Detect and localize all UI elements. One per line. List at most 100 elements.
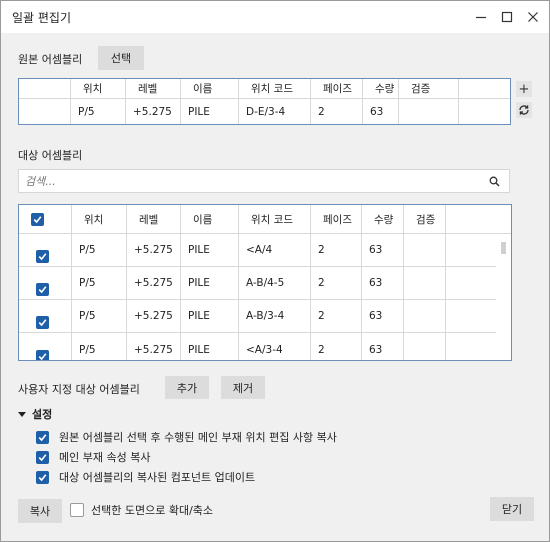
table-row[interactable]: P/5 +5.275 PILE <A/3-4 2 63 — [19, 333, 496, 360]
cell-position: P/5 — [71, 99, 126, 124]
check-icon — [33, 215, 42, 223]
column-header[interactable]: 위치 코드 — [239, 79, 311, 98]
option-checkbox[interactable] — [36, 430, 49, 444]
search-icon[interactable] — [489, 176, 500, 187]
select-button[interactable]: 선택 — [98, 46, 144, 70]
row-select-cell[interactable] — [19, 234, 72, 266]
cell-quantity: 63 — [362, 267, 404, 299]
vertical-scrollbar[interactable] — [496, 234, 511, 360]
close-window-button[interactable] — [520, 5, 546, 29]
column-header[interactable]: 수량 — [363, 79, 399, 98]
select-all-checkbox[interactable] — [31, 212, 44, 226]
remove-button[interactable]: 제거 — [221, 376, 265, 399]
cell-quantity: 63 — [362, 234, 404, 266]
cell-position-code: D-E/3-4 — [239, 99, 311, 124]
option-checkbox[interactable] — [36, 450, 49, 464]
column-header[interactable]: 레벨 — [127, 205, 181, 233]
cell-position: P/5 — [72, 267, 127, 299]
minimize-button[interactable] — [468, 5, 494, 29]
settings-label: 설정 — [32, 408, 53, 421]
cell-name: PILE — [181, 99, 239, 124]
cell-phase: 2 — [311, 333, 362, 360]
option-copy-main-props[interactable]: 메인 부재 속성 복사 — [36, 449, 150, 465]
option-checkbox[interactable] — [36, 470, 49, 484]
column-header[interactable]: 이름 — [181, 205, 239, 233]
option-copy-edits[interactable]: 원본 어셈블리 선택 후 수행된 메인 부재 위치 편집 사항 복사 — [36, 429, 337, 445]
column-header[interactable]: 레벨 — [126, 79, 181, 98]
target-grid: 위치 레벨 이름 위치 코드 페이즈 수량 검증 P/5 +5.275 PILE… — [18, 204, 512, 361]
column-header[interactable]: 페이즈 — [311, 79, 363, 98]
select-all-cell[interactable] — [19, 205, 72, 233]
scrollbar-thumb[interactable] — [501, 242, 506, 254]
cell-validation — [404, 333, 446, 360]
cell-position: P/5 — [72, 333, 127, 360]
row-select-cell[interactable] — [19, 333, 72, 360]
cell-validation — [404, 300, 446, 332]
option-label: 대상 어셈블리의 복사된 컴포넌트 업데이트 — [59, 471, 256, 484]
row-checkbox[interactable] — [36, 316, 49, 329]
cell-position-code: <A/3-4 — [239, 333, 311, 360]
row-checkbox[interactable] — [36, 283, 49, 296]
cell-phase: 2 — [311, 99, 363, 124]
cell-filler — [446, 267, 496, 299]
cell-validation — [399, 99, 459, 124]
zoom-checkbox[interactable] — [70, 503, 84, 517]
cell-name: PILE — [181, 333, 239, 360]
option-update-components[interactable]: 대상 어셈블리의 복사된 컴포넌트 업데이트 — [36, 469, 255, 485]
close-icon — [528, 12, 538, 22]
refresh-icon — [519, 105, 529, 115]
cell-level: +5.275 — [127, 267, 181, 299]
copy-button[interactable]: 복사 — [18, 499, 62, 523]
batch-editor-window: 일괄 편집기 원본 어셈블리 선택 위치 레벨 이름 위치 코드 페이즈 수량 … — [0, 0, 550, 542]
row-select-cell[interactable] — [19, 300, 72, 332]
cell-level: +5.275 — [127, 300, 181, 332]
row-header-cell — [19, 99, 71, 124]
add-button[interactable]: 추가 — [165, 376, 209, 399]
chevron-down-icon — [18, 412, 26, 417]
column-header[interactable]: 위치 코드 — [239, 205, 311, 233]
cell-position: P/5 — [72, 234, 127, 266]
table-row[interactable]: P/5 +5.275 PILE D-E/3-4 2 63 — [19, 99, 510, 124]
cell-name: PILE — [181, 234, 239, 266]
settings-expander[interactable]: 설정 — [18, 406, 52, 422]
column-header[interactable]: 이름 — [181, 79, 239, 98]
window-title: 일괄 편집기 — [12, 11, 72, 25]
row-checkbox[interactable] — [36, 349, 49, 360]
cell-phase: 2 — [311, 234, 362, 266]
add-source-button[interactable]: + — [516, 81, 532, 97]
column-header[interactable]: 위치 — [71, 79, 126, 98]
cell-filler — [446, 234, 496, 266]
cell-phase: 2 — [311, 300, 362, 332]
check-icon — [38, 352, 47, 360]
cell-quantity: 63 — [362, 300, 404, 332]
row-checkbox[interactable] — [36, 250, 49, 263]
close-button[interactable]: 닫기 — [490, 497, 534, 521]
column-header[interactable]: 검증 — [404, 205, 446, 233]
cell-level: +5.275 — [127, 333, 181, 360]
option-label: 메인 부재 속성 복사 — [59, 451, 151, 464]
column-header[interactable]: 수량 — [362, 205, 404, 233]
target-assembly-label: 대상 어셈블리 — [18, 149, 83, 162]
column-header[interactable]: 페이즈 — [311, 205, 362, 233]
table-row[interactable]: P/5 +5.275 PILE <A/4 2 63 — [19, 234, 496, 267]
maximize-button[interactable] — [494, 5, 520, 29]
table-row[interactable]: P/5 +5.275 PILE A-B/3-4 2 63 — [19, 300, 496, 333]
row-header-cell — [19, 79, 71, 98]
maximize-icon — [501, 11, 513, 23]
refresh-button[interactable] — [516, 102, 532, 118]
cell-filler — [459, 99, 510, 124]
row-select-cell[interactable] — [19, 267, 72, 299]
cell-position-code: A-B/3-4 — [239, 300, 311, 332]
column-header[interactable]: 검증 — [399, 79, 459, 98]
table-row[interactable]: P/5 +5.275 PILE A-B/4-5 2 63 — [19, 267, 496, 300]
zoom-to-drawing-option[interactable]: 선택한 도면으로 확대/축소 — [70, 502, 213, 518]
check-icon — [38, 286, 47, 294]
source-grid: 위치 레벨 이름 위치 코드 페이즈 수량 검증 P/5 +5.275 PILE… — [18, 78, 511, 125]
search-input[interactable] — [19, 170, 479, 192]
check-icon — [38, 319, 47, 327]
column-header[interactable]: 위치 — [72, 205, 127, 233]
search-box — [18, 169, 510, 193]
check-icon — [38, 253, 47, 261]
cell-filler — [446, 300, 496, 332]
cell-phase: 2 — [311, 267, 362, 299]
